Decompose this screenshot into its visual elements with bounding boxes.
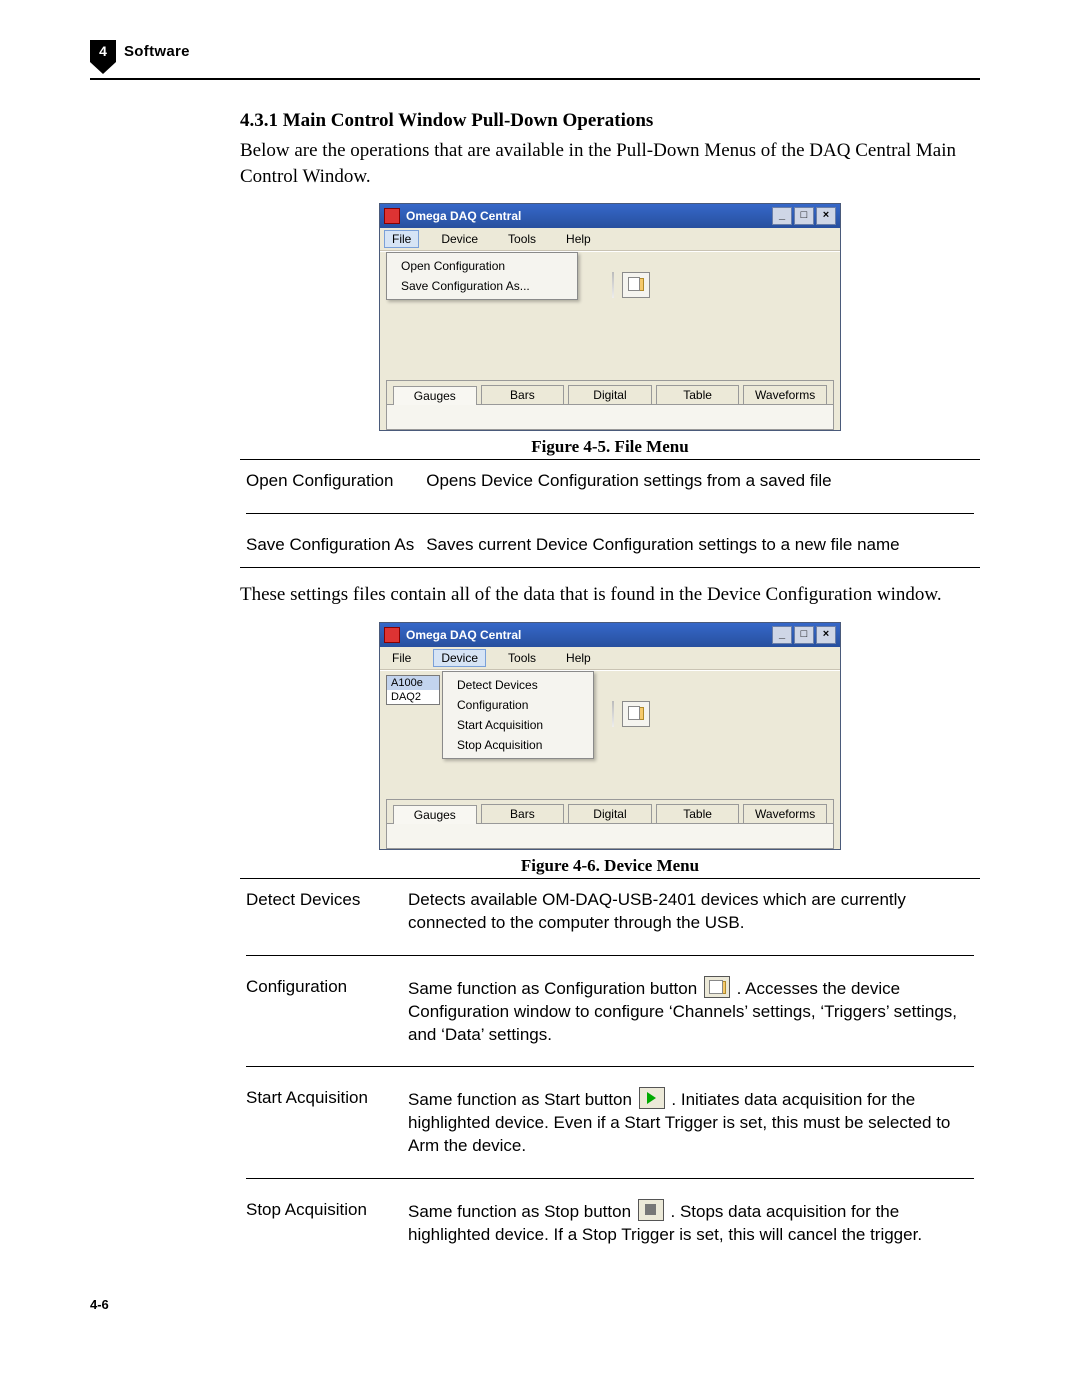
toolbar-separator [612,272,614,298]
def-row-open-configuration: Open Configuration Opens Device Configur… [240,460,980,503]
section-heading: 4.3.1 Main Control Window Pull-Down Oper… [240,110,980,132]
file-menu-definitions: Open Configuration Opens Device Configur… [240,460,980,567]
play-icon [639,1087,665,1109]
def-desc: Opens Device Configuration settings from… [420,460,980,503]
device-list[interactable]: A100e DAQ2 [386,675,440,705]
close-button[interactable]: × [816,626,836,644]
page-number: 4-6 [90,1297,980,1312]
menubar: File Device Tools Help [380,228,840,251]
device-dropdown: Detect Devices Configuration Start Acqui… [442,671,594,759]
window-title: Omega DAQ Central [406,209,764,223]
menu-item-open-configuration[interactable]: Open Configuration [387,256,577,276]
def-term: Detect Devices [240,879,402,945]
close-button[interactable]: × [816,207,836,225]
app-window-device-menu: Omega DAQ Central _ □ × File Device Tool… [379,622,841,850]
def-term: Start Acquisition [240,1077,402,1168]
tab-bars[interactable]: Bars [481,804,565,823]
tab-waveforms[interactable]: Waveforms [743,804,827,823]
figure-4-5: Omega DAQ Central _ □ × File Device Tool… [240,203,980,431]
figure-4-6-caption: Figure 4-6. Device Menu [240,856,980,876]
tab-table[interactable]: Table [656,385,740,404]
menu-item-stop-acquisition[interactable]: Stop Acquisition [443,735,593,755]
def-term: Stop Acquisition [240,1189,402,1257]
configuration-toolbar-button[interactable] [622,701,650,727]
tab-digital[interactable]: Digital [568,385,652,404]
configuration-icon [704,976,730,998]
def-row-detect-devices: Detect Devices Detects available OM-DAQ-… [240,879,980,945]
header-rule [90,78,980,80]
menu-device[interactable]: Device [433,230,486,248]
device-menu-definitions: Detect Devices Detects available OM-DAQ-… [240,879,980,1257]
page-header: 4 Software [90,40,980,74]
maximize-button[interactable]: □ [794,207,814,225]
tab-waveforms[interactable]: Waveforms [743,385,827,404]
menu-help[interactable]: Help [558,649,599,667]
def-row-save-configuration-as: Save Configuration As Saves current Devi… [240,524,980,567]
app-icon [384,208,400,224]
menu-device[interactable]: Device [433,649,486,667]
tab-gauges[interactable]: Gauges [393,386,477,405]
menu-tools[interactable]: Tools [500,649,544,667]
def-desc: Saves current Device Configuration setti… [420,524,980,567]
tab-gauges[interactable]: Gauges [393,805,477,824]
minimize-button[interactable]: _ [772,626,792,644]
def-row-stop-acquisition: Stop Acquisition Same function as Stop b… [240,1189,980,1257]
menu-item-save-configuration-as[interactable]: Save Configuration As... [387,276,577,296]
toolbar-separator [612,701,614,727]
menu-file[interactable]: File [384,649,419,667]
figure-4-6: Omega DAQ Central _ □ × File Device Tool… [240,622,980,850]
def-desc: Same function as Stop button . Stops dat… [402,1189,980,1257]
tab-table[interactable]: Table [656,804,740,823]
chapter-number-badge: 4 [90,40,116,62]
window-title: Omega DAQ Central [406,628,764,642]
menu-file[interactable]: File [384,230,419,248]
device-list-item[interactable]: DAQ2 [387,690,439,704]
header-triangle [90,62,116,74]
menu-item-configuration[interactable]: Configuration [443,695,593,715]
tab-strip: Gauges Bars Digital Table Waveforms [386,380,834,430]
stop-icon [638,1199,664,1221]
def-row-configuration: Configuration Same function as Configura… [240,966,980,1057]
tab-digital[interactable]: Digital [568,804,652,823]
menubar: File Device Tools Help [380,647,840,670]
app-icon [384,627,400,643]
titlebar: Omega DAQ Central _ □ × [380,204,840,228]
def-desc: Same function as Configuration button . … [402,966,980,1057]
def-term: Save Configuration As [240,524,420,567]
def-row-start-acquisition: Start Acquisition Same function as Start… [240,1077,980,1168]
maximize-button[interactable]: □ [794,626,814,644]
menu-tools[interactable]: Tools [500,230,544,248]
titlebar: Omega DAQ Central _ □ × [380,623,840,647]
def-term: Open Configuration [240,460,420,503]
chapter-title: Software [124,40,190,60]
mid-paragraph: These settings files contain all of the … [240,582,980,608]
tab-strip: Gauges Bars Digital Table Waveforms [386,799,834,849]
device-list-item[interactable]: A100e [387,676,439,690]
tab-bars[interactable]: Bars [481,385,565,404]
figure-4-5-caption: Figure 4-5. File Menu [240,437,980,457]
menu-item-start-acquisition[interactable]: Start Acquisition [443,715,593,735]
minimize-button[interactable]: _ [772,207,792,225]
section-intro: Below are the operations that are availa… [240,138,980,189]
def-desc: Same function as Start button . Initiate… [402,1077,980,1168]
menu-help[interactable]: Help [558,230,599,248]
menu-item-detect-devices[interactable]: Detect Devices [443,675,593,695]
def-desc: Detects available OM-DAQ-USB-2401 device… [402,879,980,945]
def-term: Configuration [240,966,402,1057]
app-window-file-menu: Omega DAQ Central _ □ × File Device Tool… [379,203,841,431]
file-dropdown: Open Configuration Save Configuration As… [386,252,578,300]
configuration-toolbar-button[interactable] [622,272,650,298]
